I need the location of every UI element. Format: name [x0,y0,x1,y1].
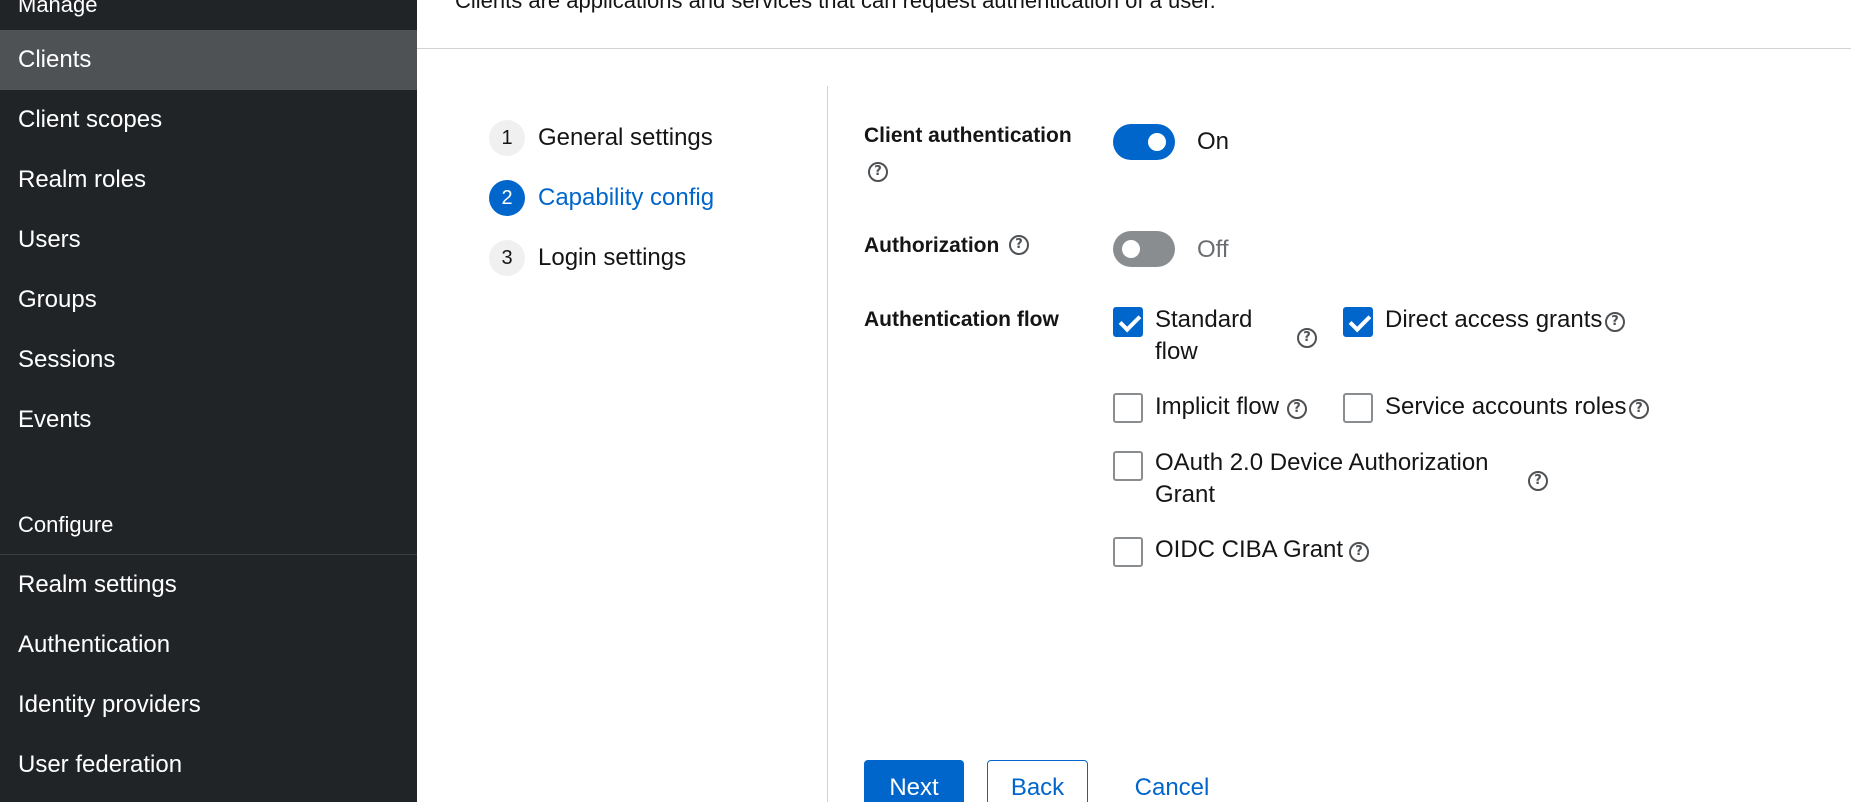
nav-section-manage: Manage [18,0,98,17]
help-icon[interactable]: ? [1349,542,1369,562]
label-line: Grant [1155,481,1216,508]
sidebar-item-authentication[interactable]: Authentication [0,615,417,675]
oauth-device-authorization-grant-label: OAuth 2.0 Device Authorization Grant [1155,447,1489,511]
sidebar-item-user-federation[interactable]: User federation [0,735,417,795]
help-icon[interactable]: ? [868,162,888,182]
label-line: OAuth 2.0 Device Authorization [1155,449,1489,476]
help-icon[interactable]: ? [1287,399,1307,419]
sidebar-item-realm-settings[interactable]: Realm settings [0,555,417,615]
client-authentication-switch[interactable] [1113,124,1175,160]
help-icon[interactable]: ? [1605,312,1625,332]
sidebar-item-users[interactable]: Users [0,210,417,270]
standard-flow-label: Standard flow [1155,304,1252,368]
back-button[interactable]: Back [987,760,1088,802]
help-icon[interactable]: ? [1297,328,1317,348]
client-authentication-label: Client authentication [864,124,1072,147]
step-label: Login settings [538,244,687,271]
next-button[interactable]: Next [864,760,964,802]
wizard-step-login-settings[interactable]: 3 Login settings [489,240,686,276]
authentication-flow-label: Authentication flow [864,308,1059,331]
switch-knob [1122,240,1140,258]
sidebar: Manage Clients Client scopes Realm roles… [0,0,417,802]
sidebar-item-groups[interactable]: Groups [0,270,417,330]
nav-section-configure: Configure [18,512,114,537]
step-number: 2 [489,180,525,216]
wizard-divider [827,86,828,802]
implicit-flow-label: Implicit flow [1155,393,1280,420]
main-content: Clients are applications and services th… [417,0,1851,802]
cancel-button[interactable]: Cancel [1117,760,1227,802]
authorization-switch[interactable] [1113,231,1175,267]
wizard-step-capability-config[interactable]: 2 Capability config [489,180,714,216]
service-accounts-roles-label: Service accounts roles [1385,393,1627,420]
implicit-flow-checkbox[interactable] [1113,393,1143,423]
wizard-step-general-settings[interactable]: 1 General settings [489,120,713,156]
direct-access-grants-label: Direct access grants [1385,306,1603,333]
service-accounts-roles-checkbox[interactable] [1343,393,1373,423]
page-subtitle: Clients are applications and services th… [455,0,1216,13]
sidebar-item-client-scopes[interactable]: Client scopes [0,90,417,150]
label-line: Standard [1155,306,1253,333]
sidebar-item-sessions[interactable]: Sessions [0,330,417,390]
header-divider [417,48,1851,49]
step-number: 1 [489,120,525,156]
sidebar-item-identity-providers[interactable]: Identity providers [0,675,417,735]
standard-flow-checkbox[interactable] [1113,307,1143,337]
oidc-ciba-grant-checkbox[interactable] [1113,537,1143,567]
direct-access-grants-checkbox[interactable] [1343,307,1373,337]
step-label: Capability config [538,184,715,211]
switch-knob [1148,133,1166,151]
sidebar-item-events[interactable]: Events [0,390,417,450]
oauth-device-authorization-grant-checkbox[interactable] [1113,451,1143,481]
help-icon[interactable]: ? [1009,235,1029,255]
help-icon[interactable]: ? [1528,471,1548,491]
oidc-ciba-grant-label: OIDC CIBA Grant [1155,536,1344,563]
authorization-state: Off [1197,236,1229,263]
sidebar-item-realm-roles[interactable]: Realm roles [0,150,417,210]
client-authentication-state: On [1197,128,1230,155]
label-line: flow [1155,338,1198,365]
authorization-label: Authorization [864,234,1000,257]
help-icon[interactable]: ? [1629,399,1649,419]
step-label: General settings [538,124,713,151]
step-number: 3 [489,240,525,276]
sidebar-item-clients[interactable]: Clients [0,30,417,90]
